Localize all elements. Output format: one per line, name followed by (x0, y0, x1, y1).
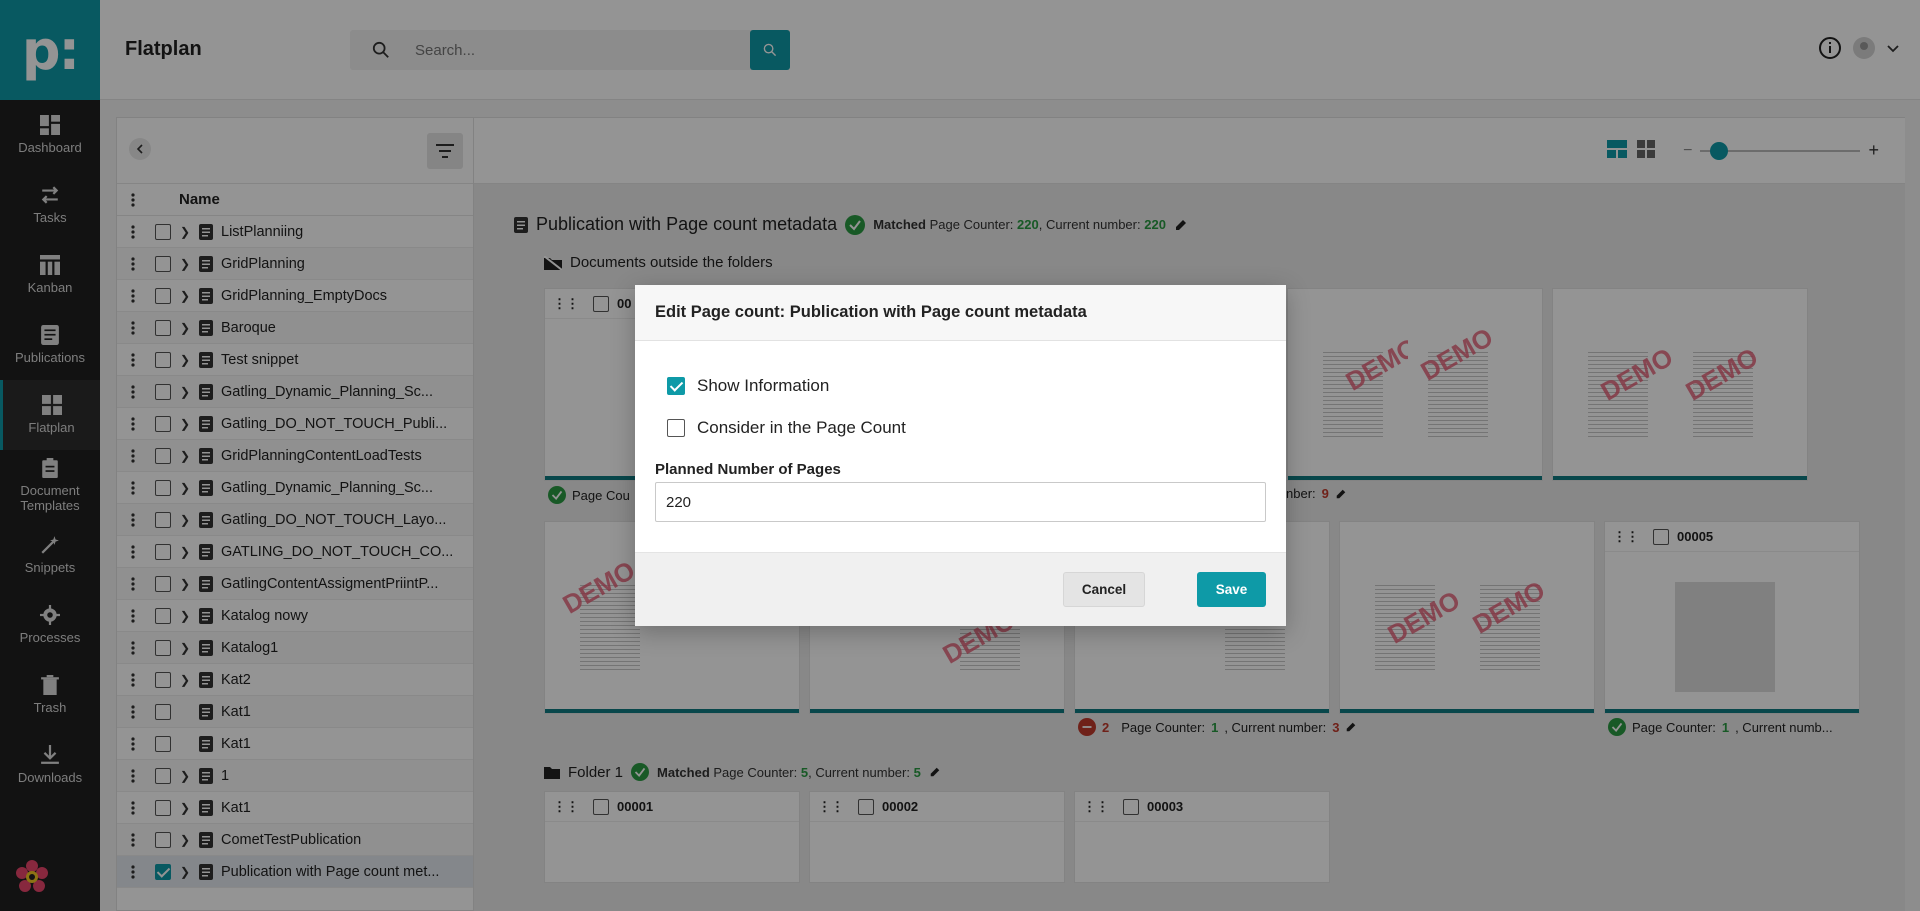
consider-page-count-label: Consider in the Page Count (697, 418, 906, 437)
planned-pages-input[interactable] (655, 482, 1266, 522)
show-information-label: Show Information (697, 376, 830, 395)
consider-page-count-checkbox[interactable] (667, 419, 685, 437)
save-button[interactable]: Save (1197, 572, 1266, 607)
dialog-title: Edit Page count: Publication with Page c… (635, 285, 1286, 341)
consider-page-count-option[interactable]: Consider in the Page Count (667, 407, 1266, 449)
planned-pages-label: Planned Number of Pages (655, 461, 841, 478)
show-information-option[interactable]: Show Information (667, 365, 1266, 407)
edit-page-count-dialog: Edit Page count: Publication with Page c… (635, 285, 1286, 626)
cancel-button[interactable]: Cancel (1063, 572, 1145, 607)
show-information-checkbox[interactable] (667, 377, 685, 395)
